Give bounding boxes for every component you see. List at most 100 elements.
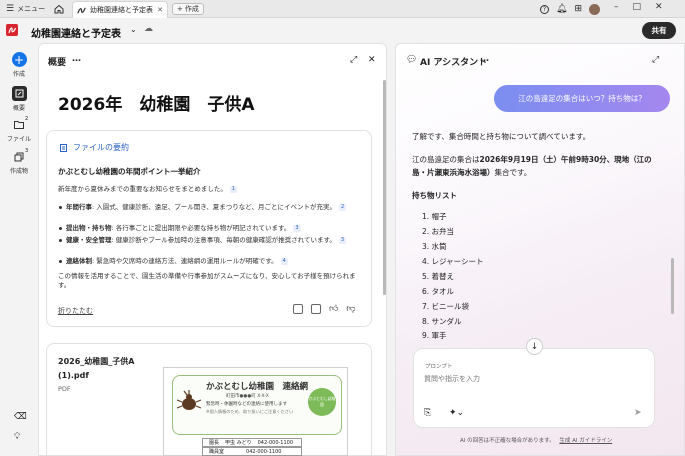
close-tab-icon[interactable]: ✕ (157, 6, 163, 14)
list-item: 3. 水筒 (422, 242, 447, 251)
citation-ref[interactable]: 1 (229, 185, 238, 193)
file-type: PDF (58, 385, 71, 393)
chevron-down-icon[interactable]: ⌄ (130, 25, 137, 34)
file-name-line2: (1).pdf (58, 371, 89, 380)
attach-file-icon[interactable]: ⎘ (424, 408, 431, 418)
reply-text: 江の島遠足の集合は (412, 155, 480, 164)
share-button[interactable]: 共有 (642, 22, 676, 39)
summary-closing: この情報を活用することで、園生活の準備や行事参加がスムーズになり、安心してお子様… (58, 272, 356, 289)
disclaimer-text: AI の回答は不正確な場合があります。 (460, 438, 555, 444)
bullet-text: : 各行事ごとに提出期限や必要な持ち物が明記されています。 (111, 224, 291, 232)
bullet-bold: 連絡体制 (66, 257, 92, 265)
overview-more-button[interactable]: … (72, 54, 81, 64)
minimize-icon[interactable]: – (614, 2, 619, 12)
rail-create[interactable]: + 作成 (0, 52, 38, 78)
overview-scrollbar[interactable] (383, 80, 386, 295)
list-item: 年間行事: 入園式、健康診断、遠足、プール開き、夏まつりなど、月ごとにイベントが… (59, 203, 356, 212)
citation-ref[interactable]: 3 (293, 224, 301, 232)
thumb-address: 町田市●●●町 X-X-X (226, 394, 269, 399)
item-text: 軍手 (431, 331, 447, 340)
thumb-line2: ※個人情報のため、取り扱いにご注意ください (206, 409, 294, 414)
close-panel-icon[interactable]: ✕ (368, 55, 376, 65)
summary-label: ファイルの要約 (73, 143, 129, 152)
summary-title: かぶとむし幼稚園の年間ポイント一挙紹介 (58, 167, 201, 176)
list-item: 9. 軍手 (422, 331, 447, 340)
thumb-title: かぶとむし幼稚園 連絡網 (206, 382, 309, 392)
summary-header: ファイルの要約 (60, 142, 129, 153)
sparkle-icon[interactable]: ✦⌄ (449, 408, 464, 418)
assistant-reply-1: 了解です、集合時間と持ち物について調べています。 (412, 132, 591, 141)
arrow-down-icon: ↓ (530, 341, 539, 352)
feedback-toolbar: 👍︎ 👎︎ (293, 304, 356, 314)
bullet-text: : 健康診断やプール参加時の注意事項、毎朝の健康確認が推奨されています。 (111, 236, 336, 244)
new-tab-button[interactable]: + 作成 (172, 3, 204, 15)
list-item: 連絡体制: 緊急時や欠席時の連絡方法、連絡網の運用ルールが明確です。 4 (59, 257, 356, 266)
prompt-label: プロンプト (425, 364, 453, 370)
list-item: 6. タオル (422, 287, 455, 296)
pdf-tab-icon (77, 7, 86, 13)
window-close-icon[interactable]: ✕ (655, 2, 663, 12)
guidelines-link[interactable]: 生成 AI ガイドライン (559, 438, 612, 444)
assistant-more-button[interactable]: … (480, 54, 489, 64)
list-item: 7. ビニール袋 (422, 302, 470, 311)
rail-files[interactable]: ファイル (0, 117, 38, 143)
list-item: 8. サンダル (422, 317, 462, 326)
assistant-scrollbar[interactable] (671, 258, 674, 314)
beetle-illustration-icon (176, 390, 202, 410)
rail-create-label: 作成 (12, 71, 25, 78)
thumb-cell: 園長 (209, 440, 220, 446)
cloud-icon: ☁︎ (144, 24, 153, 34)
bell-icon[interactable]: 🔔︎ (556, 4, 567, 14)
tab-document[interactable]: 幼稚園連絡と予定表 ✕ (72, 1, 168, 18)
tab-title: 幼稚園連絡と予定表 (90, 6, 153, 14)
assistant-reply-2: 江の島遠足の集合は2026年9月19日（土）午前9時30分、現地（江の島・片瀬東… (412, 153, 657, 179)
list-item: 5. 着替え (422, 272, 455, 281)
help-icon[interactable]: ? (540, 4, 549, 14)
thumbs-down-icon[interactable]: 👎︎ (346, 304, 355, 314)
maximize-icon[interactable]: □ (633, 2, 642, 12)
lightbulb-icon[interactable]: 💡︎ (14, 432, 20, 442)
assistant-panel-title: AI アシスタント (420, 58, 488, 68)
send-icon[interactable]: ➤ (634, 408, 642, 418)
home-icon[interactable] (53, 3, 65, 15)
copy-icon[interactable] (311, 304, 321, 314)
citation-ref[interactable]: 3 (338, 236, 347, 244)
file-name-line1: 2026_幼稚園_子供A (58, 357, 135, 366)
reply-text: 集合です。 (494, 168, 532, 177)
summary-intro: 新年度から夏休みまでの重要なお知らせをまとめました。 1 (58, 185, 363, 194)
avatar[interactable] (588, 3, 600, 15)
item-text: レジャーシート (431, 257, 484, 266)
list-item: 4. レジャーシート (422, 257, 484, 266)
document-title-text: 幼稚園連絡と予定表 (31, 29, 121, 40)
acrobat-logo-icon (6, 24, 18, 36)
files-badge: 2 (25, 116, 29, 122)
menu-button[interactable]: ☰ メニュー (6, 3, 45, 15)
scroll-down-button[interactable]: ↓ (526, 338, 543, 355)
expand-icon[interactable]: ⤢ (652, 55, 659, 65)
file-thumbnail[interactable]: かぶとむし幼稚園 連絡網 町田市●●●町 X-X-X 緊急時・休園時などの連絡に… (163, 367, 348, 456)
rail-works[interactable]: 作成物 (0, 149, 38, 175)
list-item: 2. お弁当 (422, 227, 455, 236)
audio-icon[interactable] (293, 304, 303, 314)
bullet-text: : 入園式、健康診断、遠足、プール開き、夏まつりなど、月ごとにイベントが充実。 (92, 203, 336, 211)
eraser-icon[interactable]: ⌫ (14, 412, 27, 422)
thumb-badge: かぶとむし幼稚園 (308, 388, 336, 416)
expand-icon[interactable]: ⤢ (350, 55, 357, 65)
document-title[interactable]: 幼稚園連絡と予定表 (31, 25, 121, 40)
collapse-link[interactable]: 折りたたむ (58, 306, 93, 316)
item-text: ビニール袋 (431, 302, 470, 311)
thumbs-up-icon[interactable]: 👍︎ (329, 304, 338, 314)
item-text: 着替え (431, 272, 455, 281)
citation-ref[interactable]: 2 (338, 203, 347, 211)
thumb-cell: 甲虫 みどり (225, 440, 252, 446)
rail-overview[interactable]: 概要 (0, 86, 38, 112)
citation-ref[interactable]: 4 (280, 257, 288, 265)
file-name: 2026_幼稚園_子供A (1).pdf (58, 355, 134, 383)
apps-grid-icon[interactable]: ⊞ (574, 4, 582, 14)
overview-icon (11, 86, 27, 101)
prompt-input[interactable] (424, 373, 644, 385)
list-item: 提出物・持ち物: 各行事ごとに提出期限や必要な持ち物が明記されています。 3 (59, 224, 356, 233)
rail-overview-label: 概要 (12, 105, 25, 112)
rail-works-label: 作成物 (9, 168, 28, 175)
disclaimer: AI の回答は不正確な場合があります。 生成 AI ガイドライン (460, 436, 612, 444)
